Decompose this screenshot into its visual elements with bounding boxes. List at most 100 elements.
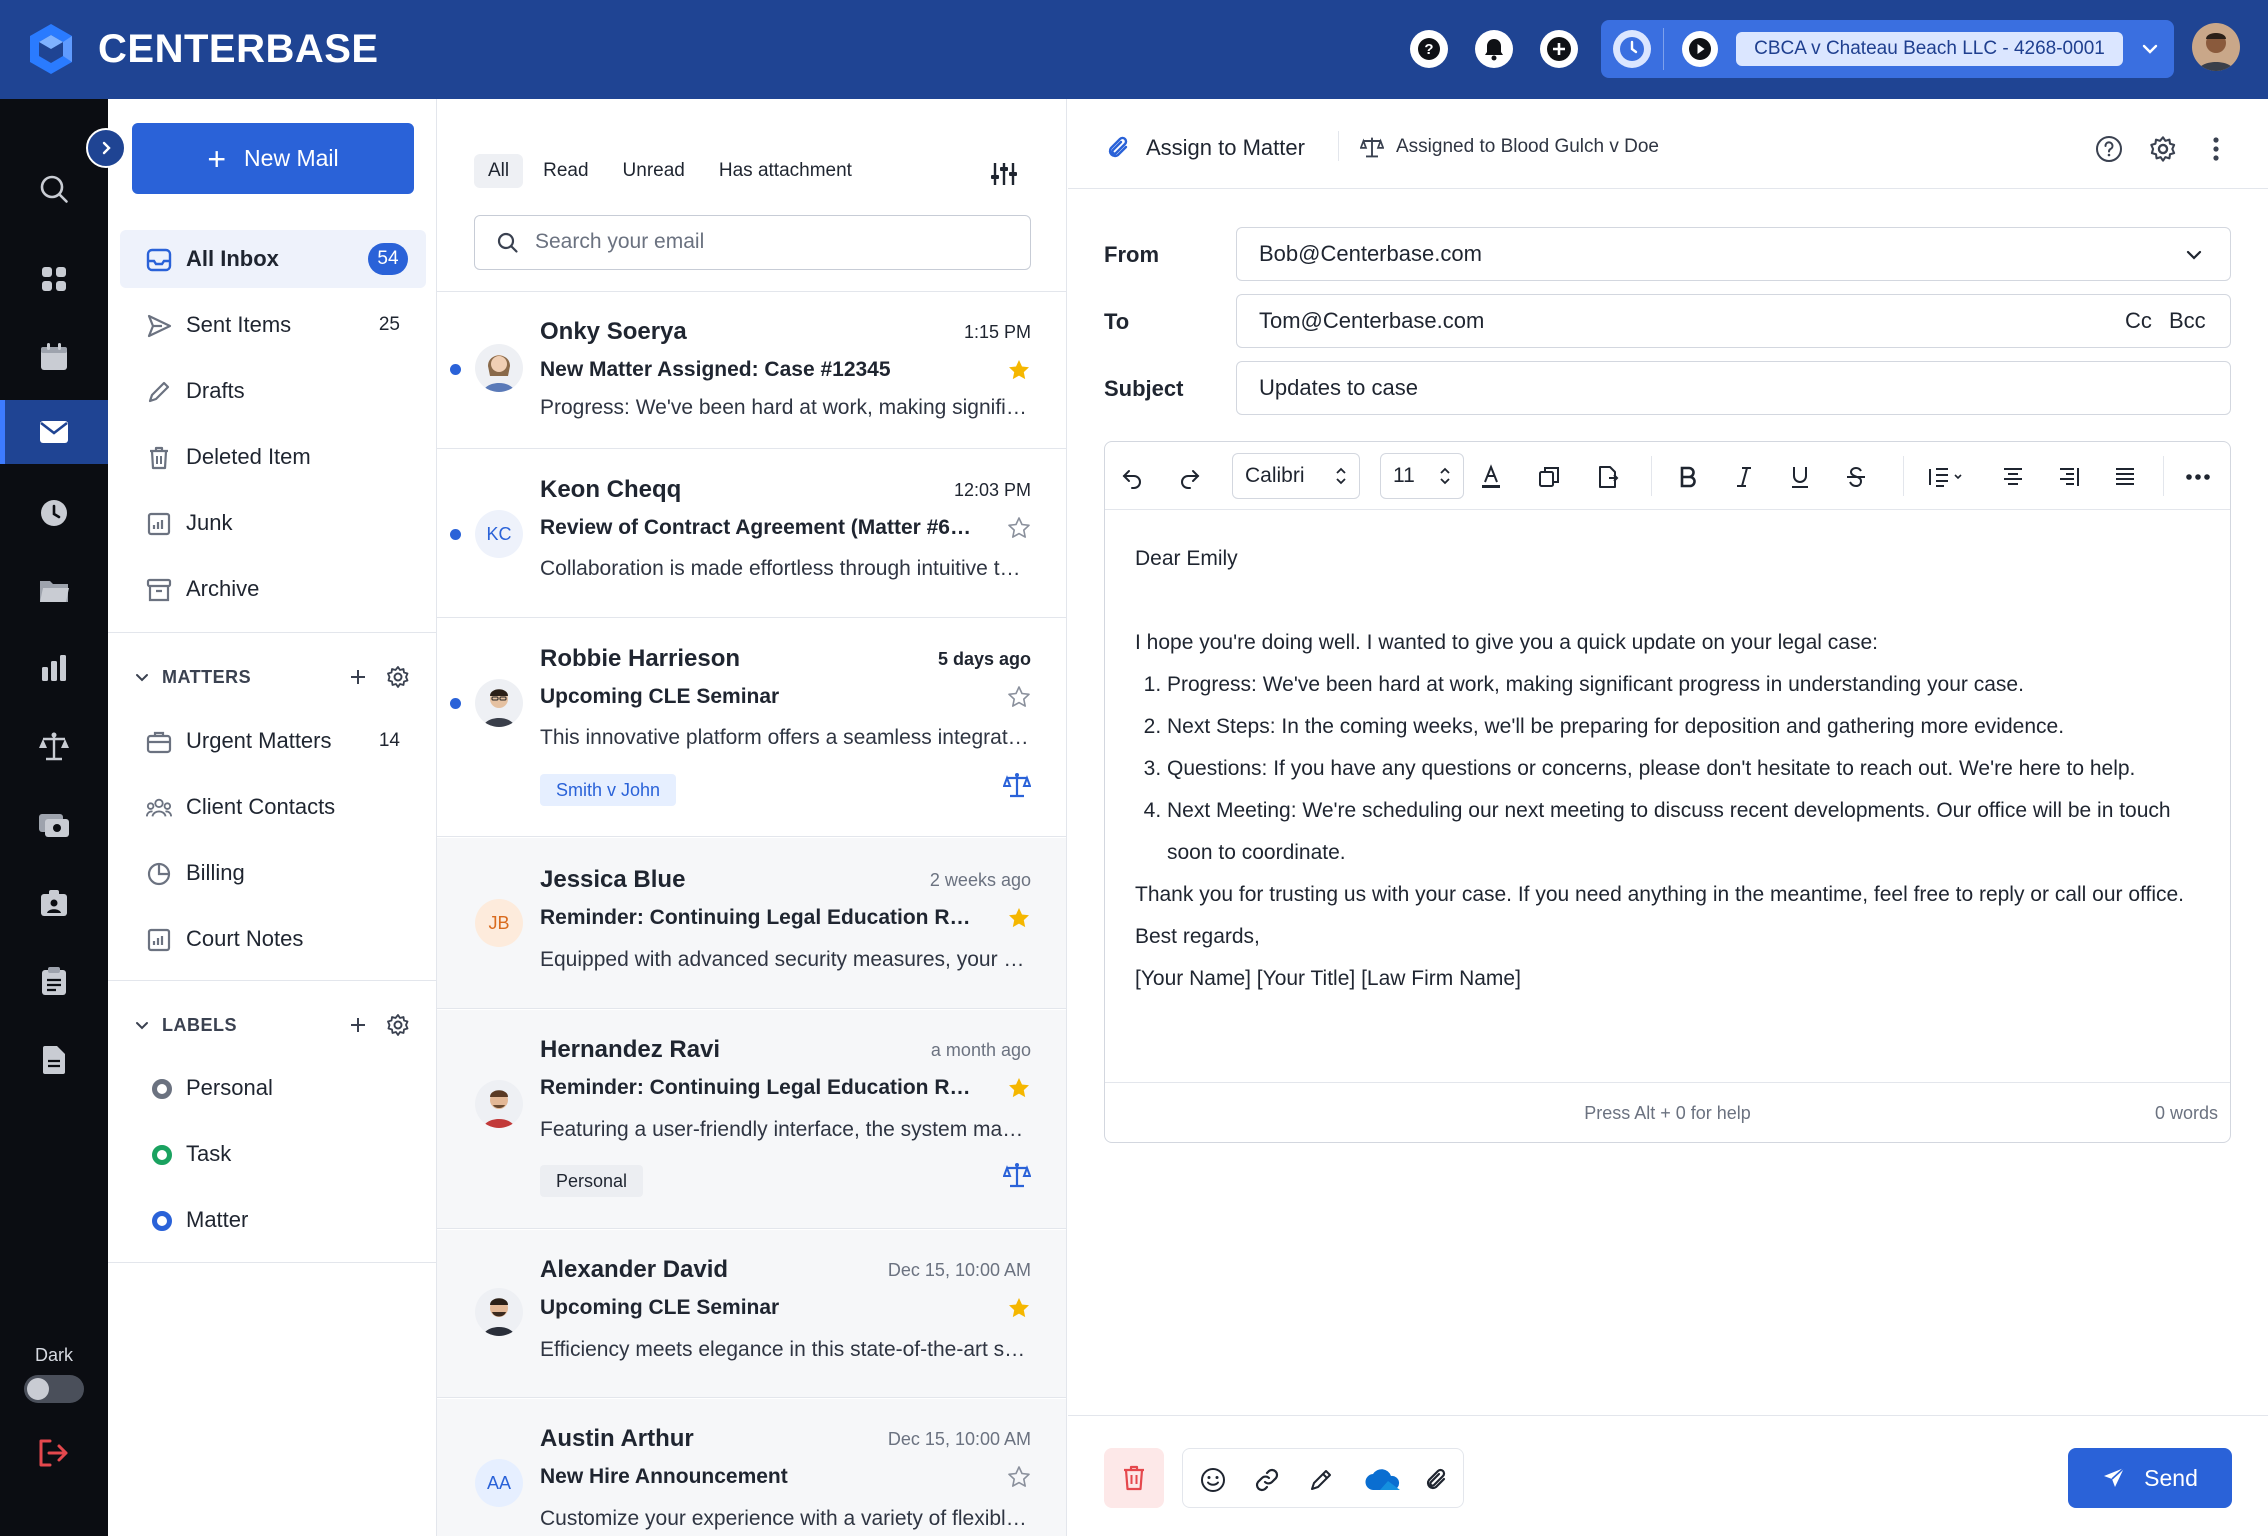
help-circle-icon[interactable] [2095, 135, 2123, 163]
dark-mode-toggle[interactable] [24, 1375, 84, 1403]
to-field[interactable]: Tom@Centerbase.com Cc Bcc [1236, 294, 2231, 348]
star-filled-icon[interactable] [1007, 358, 1031, 382]
centerbase-logo-icon[interactable] [28, 22, 74, 76]
documents-icon[interactable] [0, 1028, 108, 1092]
link-icon[interactable] [1253, 1466, 1281, 1494]
star-filled-icon[interactable] [1007, 1076, 1031, 1100]
reports-icon[interactable] [0, 636, 108, 700]
star-outline-icon[interactable] [1007, 685, 1031, 709]
redo-icon[interactable] [1177, 464, 1203, 490]
new-mail-button[interactable]: + New Mail [132, 123, 414, 194]
gear-icon[interactable] [386, 665, 410, 689]
filter-has-attachment[interactable]: Has attachment [705, 154, 866, 188]
assign-to-matter-button[interactable]: Assign to Matter [1106, 135, 1305, 161]
active-matter-pill[interactable]: CBCA v Chateau Beach LLC - 4268-0001 [1736, 32, 2123, 66]
mail-item[interactable]: Robbie Harrieson 5 days ago Upcoming CLE… [437, 619, 1066, 837]
folder-deleted-item[interactable]: Deleted Item [120, 428, 426, 486]
tasks-icon[interactable] [0, 949, 108, 1013]
discard-button[interactable] [1104, 1448, 1164, 1508]
add-matter-icon[interactable] [347, 666, 369, 688]
emoji-icon[interactable] [1199, 1466, 1227, 1494]
more-vertical-icon[interactable] [2212, 135, 2220, 163]
calendar-icon[interactable] [0, 325, 108, 389]
mail-item[interactable]: AA Austin Arthur Dec 15, 10:00 AM New Hi… [437, 1399, 1066, 1536]
help-icon[interactable]: ? [1410, 30, 1448, 68]
align-right-icon[interactable] [2056, 464, 2082, 490]
mail-item[interactable]: Hernandez Ravi a month ago Reminder: Con… [437, 1010, 1066, 1229]
mail-icon[interactable] [0, 400, 108, 464]
matters-icon[interactable] [0, 715, 108, 779]
folder-icon[interactable] [0, 559, 108, 623]
chevron-down-icon[interactable] [2139, 38, 2161, 60]
mail-item[interactable]: JB Jessica Blue 2 weeks ago Reminder: Co… [437, 838, 1066, 1009]
matter-tag[interactable]: Smith v John [540, 774, 677, 806]
clock-icon[interactable] [1613, 30, 1651, 68]
label-tag[interactable]: Personal [540, 1165, 644, 1197]
matter-billing[interactable]: Billing [120, 844, 426, 902]
star-filled-icon[interactable] [1007, 906, 1031, 930]
folder-archive[interactable]: Archive [120, 560, 426, 618]
contacts-icon[interactable] [0, 871, 108, 935]
attachment-icon[interactable] [1423, 1466, 1451, 1494]
justify-icon[interactable] [2112, 464, 2138, 490]
labels-section-header[interactable]: LABELS [132, 1010, 422, 1040]
chevron-down-icon[interactable] [134, 669, 150, 685]
star-outline-icon[interactable] [1007, 1465, 1031, 1489]
label-matter[interactable]: Matter [120, 1191, 426, 1249]
signature-pen-icon[interactable] [1307, 1466, 1335, 1494]
bold-icon[interactable] [1675, 464, 1701, 490]
align-center-icon[interactable] [2000, 464, 2026, 490]
star-filled-icon[interactable] [1007, 1296, 1031, 1320]
label-personal[interactable]: Personal [120, 1059, 426, 1117]
add-label-icon[interactable] [347, 1014, 369, 1036]
subject-field[interactable]: Updates to case [1236, 361, 2231, 415]
italic-icon[interactable] [1731, 464, 1757, 490]
dashboard-icon[interactable] [0, 247, 108, 311]
sliders-icon[interactable] [990, 161, 1018, 187]
list-icon[interactable] [1928, 464, 1968, 490]
matter-urgent-matters[interactable]: Urgent Matters 14 [120, 712, 426, 770]
gear-icon[interactable] [386, 1013, 410, 1037]
more-horizontal-icon[interactable] [2183, 464, 2213, 490]
mail-item[interactable]: Alexander David Dec 15, 10:00 AM Upcomin… [437, 1230, 1066, 1398]
strikethrough-icon[interactable] [1843, 464, 1869, 490]
bell-icon[interactable] [1475, 30, 1513, 68]
plus-circle-icon[interactable] [1540, 30, 1578, 68]
font-size-select[interactable]: 11 [1380, 453, 1464, 499]
play-icon[interactable] [1682, 31, 1718, 67]
cc-button[interactable]: Cc [2125, 308, 2152, 334]
bcc-button[interactable]: Bcc [2169, 308, 2206, 334]
folder-all-inbox[interactable]: All Inbox 54 [120, 230, 426, 288]
search-input[interactable]: Search your email [474, 215, 1031, 270]
text-color-icon[interactable] [1478, 464, 1504, 490]
search-icon[interactable] [0, 157, 108, 221]
font-family-select[interactable]: Calibri [1232, 453, 1360, 499]
billing-icon[interactable] [0, 793, 108, 857]
from-select[interactable]: Bob@Centerbase.com [1236, 227, 2231, 281]
folder-junk[interactable]: Junk [120, 494, 426, 552]
label-task[interactable]: Task [120, 1125, 426, 1183]
filter-all[interactable]: All [474, 154, 524, 188]
expand-sidebar-button[interactable] [86, 128, 126, 168]
email-body[interactable]: Dear Emily I hope you're doing well. I w… [1135, 538, 2205, 1000]
onedrive-icon[interactable] [1363, 1466, 1403, 1494]
undo-icon[interactable] [1119, 464, 1145, 490]
folder-drafts[interactable]: Drafts [120, 362, 426, 420]
scale-icon[interactable] [1003, 771, 1031, 799]
time-icon[interactable] [0, 481, 108, 545]
star-outline-icon[interactable] [1007, 516, 1031, 540]
copy-icon[interactable] [1536, 464, 1562, 490]
logout-icon[interactable] [36, 1437, 70, 1469]
mail-item[interactable]: KC Keon Cheqq 12:03 PM Review of Contrac… [437, 450, 1066, 618]
paste-icon[interactable] [1595, 464, 1621, 490]
scale-icon[interactable] [1003, 1161, 1031, 1189]
matter-court-notes[interactable]: Court Notes [120, 910, 426, 968]
filter-read[interactable]: Read [529, 154, 602, 188]
matter-client-contacts[interactable]: Client Contacts [120, 778, 426, 836]
filter-unread[interactable]: Unread [609, 154, 699, 188]
underline-icon[interactable] [1787, 464, 1813, 490]
matters-section-header[interactable]: MATTERS [132, 662, 422, 692]
mail-item[interactable]: Onky Soerya 1:15 PM New Matter Assigned:… [437, 292, 1066, 449]
gear-icon[interactable] [2149, 135, 2177, 163]
send-button[interactable]: Send [2068, 1448, 2232, 1508]
